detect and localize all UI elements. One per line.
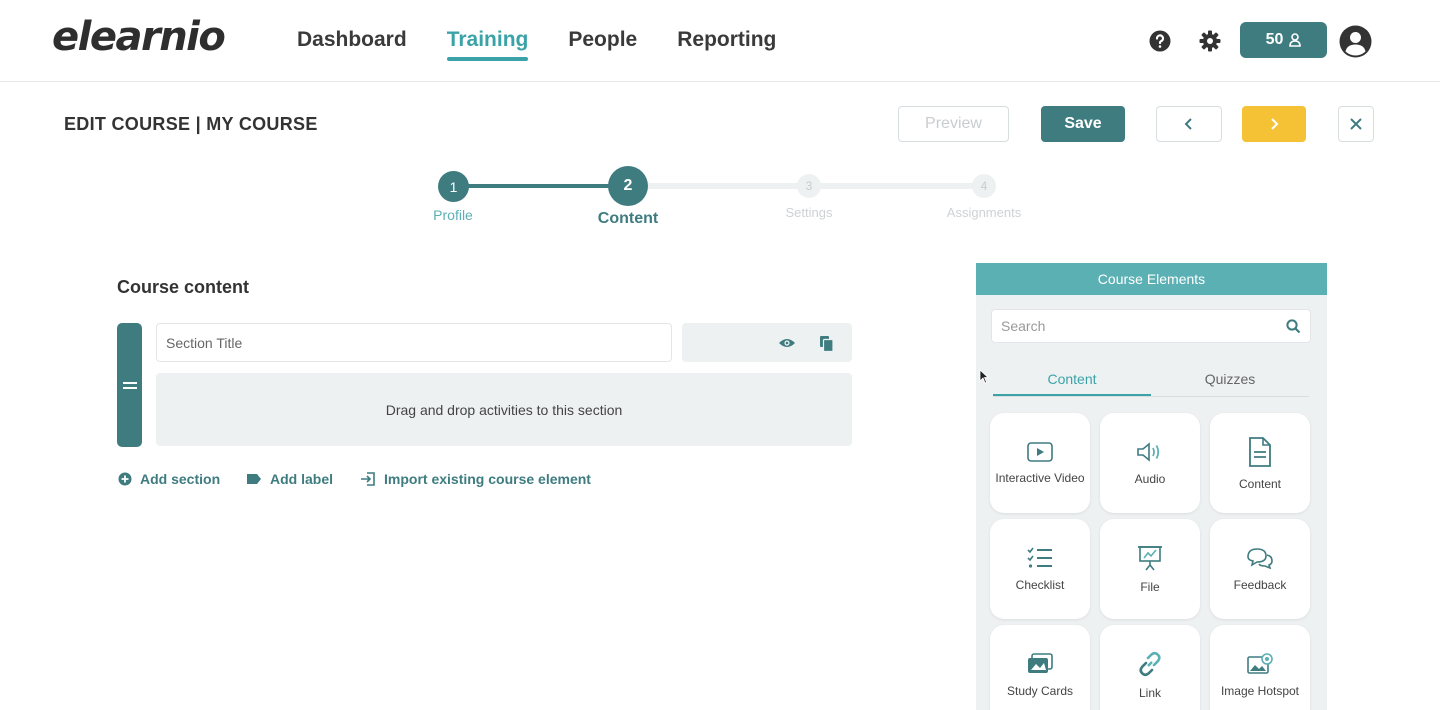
eye-icon[interactable] (778, 337, 796, 349)
section-dropzone[interactable]: Drag and drop activities to this section (156, 373, 852, 446)
logo[interactable]: elearnio (52, 14, 226, 60)
panel-tabs: Content Quizzes (993, 367, 1309, 397)
step-1-label[interactable]: Profile (393, 207, 513, 223)
stepper-line-complete (453, 184, 628, 188)
credits-count: 50 (1265, 31, 1284, 48)
page-title: EDIT COURSE | MY COURSE (64, 114, 318, 134)
help-icon[interactable] (1149, 30, 1171, 52)
chevron-left-icon (1184, 118, 1192, 130)
save-button[interactable]: Save (1041, 106, 1125, 142)
section-title-input[interactable] (156, 323, 672, 362)
step-4-dot[interactable]: 4 (972, 174, 996, 198)
element-label: Image Hotspot (1220, 683, 1300, 698)
element-feedback[interactable]: Feedback (1210, 519, 1310, 619)
cards-icon (1028, 652, 1053, 673)
panel-title: Course Elements (976, 263, 1327, 295)
import-course-element-link[interactable]: Import existing course element (360, 471, 591, 487)
top-navigation-bar: elearnio Dashboard Training People Repor… (0, 0, 1440, 82)
credits-button[interactable]: 50 (1240, 22, 1327, 58)
elements-search (991, 309, 1311, 343)
add-section-label: Add section (140, 471, 221, 487)
tab-quizzes[interactable]: Quizzes (1151, 367, 1309, 396)
close-button[interactable] (1338, 106, 1374, 142)
presentation-icon (1138, 545, 1162, 570)
copy-icon[interactable] (819, 335, 834, 352)
element-label: Content (1238, 476, 1282, 491)
element-checklist[interactable]: Checklist (990, 519, 1090, 619)
add-label-label: Add label (270, 471, 334, 487)
step-2-dot[interactable]: 2 (608, 166, 648, 206)
nav-people[interactable]: People (568, 28, 637, 52)
element-label: Study Cards (1006, 683, 1074, 698)
nav-training[interactable]: Training (446, 28, 528, 61)
step-2-label[interactable]: Content (568, 210, 688, 228)
element-image-hotspot[interactable]: Image Hotspot (1210, 625, 1310, 710)
plus-circle-icon (118, 472, 132, 486)
element-label: Audio (1134, 471, 1166, 486)
add-label-link[interactable]: Add label (246, 471, 333, 487)
main-nav: Dashboard Training People Reporting (297, 28, 776, 61)
section-tools (682, 323, 852, 362)
preview-button[interactable]: Preview (898, 106, 1009, 142)
speaker-icon (1137, 441, 1160, 462)
document-icon (1249, 436, 1271, 467)
gear-icon[interactable] (1199, 30, 1221, 52)
drag-lines-icon (122, 381, 137, 389)
previous-step-button[interactable] (1156, 106, 1222, 142)
element-content[interactable]: Content (1210, 413, 1310, 513)
add-section-link[interactable]: Add section (118, 471, 220, 487)
element-label: Feedback (1233, 577, 1287, 592)
search-icon[interactable] (1286, 319, 1301, 334)
element-study-cards[interactable]: Study Cards (990, 625, 1090, 710)
course-content-heading: Course content (117, 277, 250, 297)
element-link[interactable]: Link (1100, 625, 1200, 710)
course-elements-panel: Course Elements Content Quizzes Interact… (976, 263, 1327, 710)
user-icon (1289, 33, 1302, 47)
close-icon (1350, 118, 1362, 130)
image-hotspot-icon (1247, 652, 1273, 674)
import-course-element-label: Import existing course element (384, 471, 591, 487)
nav-reporting[interactable]: Reporting (677, 28, 776, 52)
tab-content[interactable]: Content (993, 367, 1151, 396)
element-label: Link (1138, 685, 1161, 700)
checklist-icon (1027, 547, 1052, 568)
mouse-cursor-icon (979, 369, 989, 384)
step-4-label[interactable]: Assignments (924, 205, 1044, 220)
chevron-right-icon (1271, 118, 1279, 130)
elements-search-input[interactable] (992, 310, 1272, 342)
step-3-dot[interactable]: 3 (797, 174, 821, 198)
element-label: File (1140, 579, 1160, 594)
tag-icon (247, 474, 261, 484)
video-icon (1027, 441, 1053, 462)
import-icon (361, 472, 375, 486)
step-3-label[interactable]: Settings (749, 205, 869, 220)
element-label: Checklist (1015, 577, 1065, 592)
link-icon (1139, 651, 1161, 676)
chat-bubbles-icon (1247, 547, 1273, 569)
nav-dashboard[interactable]: Dashboard (297, 28, 407, 52)
step-1-dot[interactable]: 1 (438, 171, 469, 202)
section-drag-handle[interactable] (117, 323, 142, 447)
element-interactive-video[interactable]: Interactive Video (990, 413, 1090, 513)
element-label: Interactive Video (995, 470, 1085, 485)
element-file[interactable]: File (1100, 519, 1200, 619)
element-audio[interactable]: Audio (1100, 413, 1200, 513)
avatar-icon[interactable] (1339, 25, 1372, 58)
next-step-button[interactable] (1242, 106, 1306, 142)
